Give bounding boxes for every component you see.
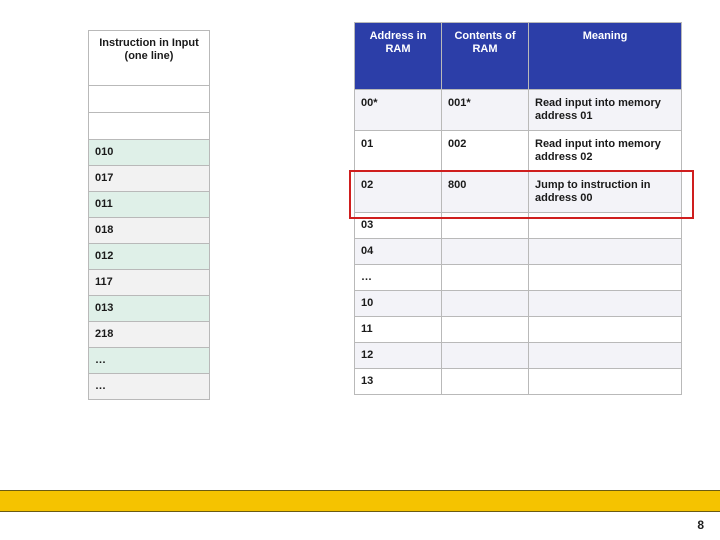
- instruction-input-row: 012: [89, 244, 210, 270]
- ram-cell-contents: [442, 343, 529, 369]
- instruction-input-row: 018: [89, 218, 210, 244]
- ram-row: 03: [355, 213, 682, 239]
- ram-header-meaning: Meaning: [529, 23, 682, 90]
- ram-cell-contents: 002: [442, 131, 529, 172]
- instruction-input-cell: …: [89, 374, 210, 400]
- ram-row: 13: [355, 369, 682, 395]
- ram-cell-address: 00*: [355, 90, 442, 131]
- ram-row: 01002Read input into memory address 02: [355, 131, 682, 172]
- instruction-input-row: [89, 113, 210, 140]
- ram-table: Address in RAM Contents of RAM Meaning 0…: [354, 22, 682, 395]
- instruction-input-row: 010: [89, 140, 210, 166]
- ram-cell-contents: 001*: [442, 90, 529, 131]
- ram-row: 10: [355, 291, 682, 317]
- ram-cell-address: …: [355, 265, 442, 291]
- ram-cell-contents: [442, 369, 529, 395]
- instruction-input-header: Instruction in Input (one line): [89, 31, 210, 86]
- ram-cell-meaning: [529, 291, 682, 317]
- ram-cell-address: 11: [355, 317, 442, 343]
- ram-row: 12: [355, 343, 682, 369]
- instruction-input-cell: 018: [89, 218, 210, 244]
- instruction-input-cell: 011: [89, 192, 210, 218]
- instruction-input-cell: 017: [89, 166, 210, 192]
- ram-cell-meaning: Jump to instruction in address 00: [529, 172, 682, 213]
- ram-cell-address: 03: [355, 213, 442, 239]
- instruction-input-row: [89, 86, 210, 113]
- instruction-input-cell: …: [89, 348, 210, 374]
- ram-cell-contents: [442, 213, 529, 239]
- ram-cell-contents: [442, 317, 529, 343]
- instruction-input-row: 117: [89, 270, 210, 296]
- instruction-input-cell: 218: [89, 322, 210, 348]
- ram-cell-meaning: [529, 265, 682, 291]
- ram-cell-meaning: Read input into memory address 02: [529, 131, 682, 172]
- instruction-input-cell: 010: [89, 140, 210, 166]
- ram-header-address: Address in RAM: [355, 23, 442, 90]
- ram-cell-meaning: [529, 343, 682, 369]
- instruction-input-cell: [89, 86, 210, 113]
- ram-cell-contents: 800: [442, 172, 529, 213]
- ram-cell-meaning: [529, 369, 682, 395]
- ram-cell-meaning: [529, 213, 682, 239]
- page-number: 8: [697, 518, 704, 532]
- instruction-input-row: …: [89, 348, 210, 374]
- slide-footer-bar: [0, 490, 720, 512]
- instruction-input-row: 013: [89, 296, 210, 322]
- ram-cell-contents: [442, 291, 529, 317]
- instruction-input-cell: 117: [89, 270, 210, 296]
- ram-cell-meaning: [529, 239, 682, 265]
- instruction-input-cell: [89, 113, 210, 140]
- instruction-input-cell: 013: [89, 296, 210, 322]
- ram-cell-address: 02: [355, 172, 442, 213]
- ram-cell-address: 10: [355, 291, 442, 317]
- instruction-input-cell: 012: [89, 244, 210, 270]
- instruction-input-row: 218: [89, 322, 210, 348]
- ram-cell-address: 12: [355, 343, 442, 369]
- ram-cell-address: 13: [355, 369, 442, 395]
- instruction-input-row: …: [89, 374, 210, 400]
- instruction-input-row: 011: [89, 192, 210, 218]
- ram-cell-contents: [442, 265, 529, 291]
- ram-header-contents: Contents of RAM: [442, 23, 529, 90]
- ram-row: 02800Jump to instruction in address 00: [355, 172, 682, 213]
- instruction-input-table: Instruction in Input (one line) 01001701…: [88, 30, 210, 400]
- ram-row: 04: [355, 239, 682, 265]
- ram-cell-address: 04: [355, 239, 442, 265]
- ram-cell-address: 01: [355, 131, 442, 172]
- ram-cell-contents: [442, 239, 529, 265]
- ram-cell-meaning: [529, 317, 682, 343]
- ram-row: 00*001*Read input into memory address 01: [355, 90, 682, 131]
- instruction-input-row: 017: [89, 166, 210, 192]
- ram-row: 11: [355, 317, 682, 343]
- ram-row: …: [355, 265, 682, 291]
- ram-cell-meaning: Read input into memory address 01: [529, 90, 682, 131]
